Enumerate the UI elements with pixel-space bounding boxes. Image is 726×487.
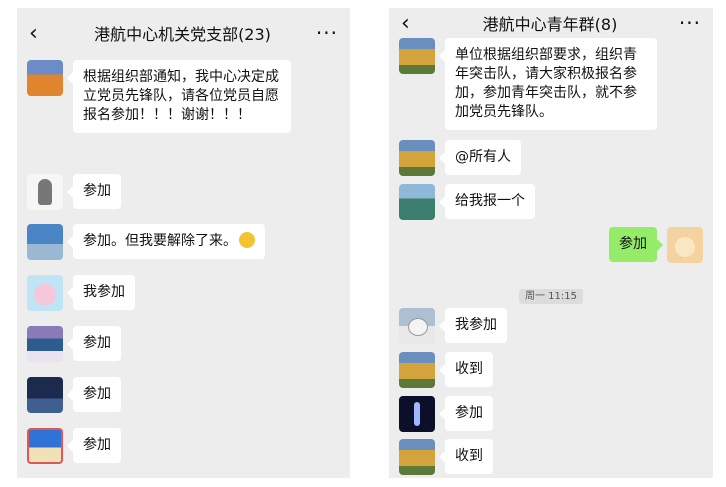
avatar[interactable] bbox=[27, 326, 63, 362]
message-bubble[interactable]: @所有人 bbox=[439, 140, 521, 175]
chat-title: 港航中心青年群(8) bbox=[482, 15, 618, 34]
avatar[interactable] bbox=[27, 60, 63, 96]
avatar[interactable] bbox=[399, 38, 435, 74]
message: 参加。但我要解除了来。 bbox=[27, 224, 340, 260]
message: 参加 bbox=[27, 428, 340, 464]
left-chat-window: ‹ 港航中心机关党支部(23) ··· 根据组织部通知，我中心决定成立党员先锋队… bbox=[17, 8, 350, 478]
avatar[interactable] bbox=[27, 224, 63, 260]
avatar[interactable] bbox=[27, 428, 63, 464]
chat-header: ‹ 港航中心机关党支部(23) ··· bbox=[17, 8, 350, 58]
message-bubble[interactable]: 参加 bbox=[67, 377, 121, 412]
avatar[interactable] bbox=[399, 308, 435, 344]
message-bubble[interactable]: 收到 bbox=[439, 439, 493, 474]
message: 我参加 bbox=[399, 308, 703, 344]
more-button[interactable]: ··· bbox=[308, 21, 338, 45]
more-icon: ··· bbox=[315, 21, 338, 45]
message: 收到 bbox=[399, 439, 703, 475]
avatar[interactable] bbox=[399, 352, 435, 388]
avatar[interactable] bbox=[399, 184, 435, 220]
message: 单位根据组织部要求，组织青年突击队，请大家积极报名参加，参加青年突击队，就不参加… bbox=[399, 38, 703, 130]
avatar[interactable] bbox=[399, 140, 435, 176]
avatar[interactable] bbox=[27, 377, 63, 413]
message-bubble[interactable]: 参加 bbox=[67, 174, 121, 209]
message-bubble[interactable]: 参加 bbox=[67, 428, 121, 463]
message-bubble[interactable]: 我参加 bbox=[67, 275, 135, 310]
smile-emoji-icon bbox=[239, 232, 255, 248]
avatar[interactable] bbox=[27, 174, 63, 210]
message: 给我报一个 bbox=[399, 184, 703, 220]
message-bubble[interactable]: 单位根据组织部要求，组织青年突击队，请大家积极报名参加，参加青年突击队，就不参加… bbox=[439, 38, 657, 130]
back-button[interactable]: ‹ bbox=[401, 11, 429, 36]
message: 参加 bbox=[399, 396, 703, 432]
message: 收到 bbox=[399, 352, 703, 388]
chat-title: 港航中心机关党支部(23) bbox=[94, 25, 271, 44]
message-bubble[interactable]: 参加 bbox=[609, 227, 663, 262]
message: 参加 bbox=[27, 326, 340, 362]
message: @所有人 bbox=[399, 140, 703, 176]
message-self: 参加 bbox=[399, 227, 703, 263]
avatar[interactable] bbox=[27, 275, 63, 311]
message: 参加 bbox=[27, 174, 340, 210]
message-text: 参加。但我要解除了来。 bbox=[83, 233, 237, 249]
avatar[interactable] bbox=[667, 227, 703, 263]
more-icon: ··· bbox=[678, 11, 701, 35]
timestamp-label: 周一 11:15 bbox=[519, 289, 583, 304]
back-button[interactable]: ‹ bbox=[29, 21, 57, 46]
message-bubble[interactable]: 参加 bbox=[67, 326, 121, 361]
message-bubble[interactable]: 根据组织部通知，我中心决定成立党员先锋队，请各位党员自愿报名参加！！！谢谢！！！ bbox=[67, 60, 291, 133]
message-bubble[interactable]: 收到 bbox=[439, 352, 493, 387]
message-bubble[interactable]: 我参加 bbox=[439, 308, 507, 343]
message: 根据组织部通知，我中心决定成立党员先锋队，请各位党员自愿报名参加！！！谢谢！！！ bbox=[27, 60, 340, 133]
avatar[interactable] bbox=[399, 439, 435, 475]
chevron-left-icon: ‹ bbox=[29, 20, 38, 46]
more-button[interactable]: ··· bbox=[671, 11, 701, 35]
right-chat-window: ‹ 港航中心青年群(8) ··· 单位根据组织部要求，组织青年突击队，请大家积极… bbox=[389, 8, 713, 478]
message-bubble[interactable]: 参加。但我要解除了来。 bbox=[67, 224, 265, 259]
message-bubble[interactable]: 给我报一个 bbox=[439, 184, 535, 219]
message: 参加 bbox=[27, 377, 340, 413]
timestamp: 周一 11:15 bbox=[389, 284, 713, 304]
message-bubble[interactable]: 参加 bbox=[439, 396, 493, 431]
avatar[interactable] bbox=[399, 396, 435, 432]
message: 我参加 bbox=[27, 275, 340, 311]
chevron-left-icon: ‹ bbox=[401, 10, 410, 36]
chat-header: ‹ 港航中心青年群(8) ··· bbox=[389, 8, 713, 38]
